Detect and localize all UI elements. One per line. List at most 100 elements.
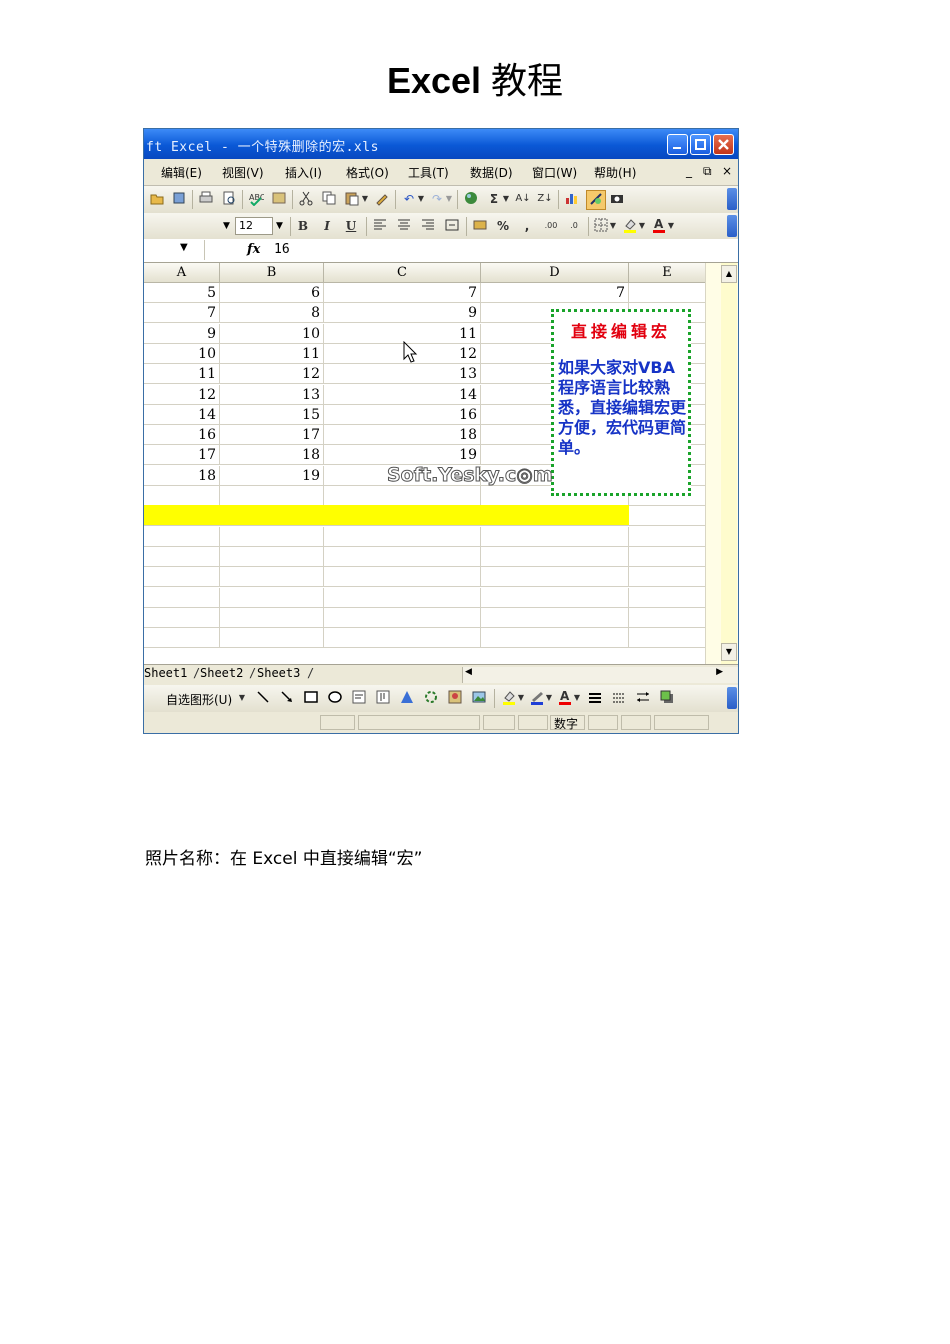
drawing-toggle-icon[interactable] (586, 190, 606, 210)
autoshapes-menu[interactable]: 自选图形(U) (166, 691, 232, 708)
cell[interactable] (220, 546, 324, 567)
spelling-icon[interactable]: ABC (247, 190, 266, 208)
cell[interactable] (220, 567, 324, 588)
menu-data[interactable]: 数据(D) (470, 164, 513, 181)
name-box-dropdown-icon[interactable]: ▼ (180, 242, 188, 253)
cell[interactable]: 11 (144, 364, 220, 385)
redo-dropdown-icon[interactable]: ▼ (444, 190, 454, 208)
cell[interactable] (481, 526, 629, 547)
cell[interactable]: 12 (220, 364, 324, 385)
column-header-e[interactable]: E (629, 263, 706, 283)
cell[interactable]: 7 (481, 283, 629, 303)
vertical-textbox-icon[interactable] (374, 689, 392, 707)
line-style-icon[interactable] (586, 689, 604, 707)
borders-dropdown-icon[interactable]: ▼ (608, 217, 618, 235)
menu-tools[interactable]: 工具(T) (408, 164, 449, 181)
undo-dropdown-icon[interactable]: ▼ (416, 190, 426, 208)
cell[interactable] (629, 526, 706, 547)
print-preview-icon[interactable] (220, 190, 238, 208)
mdi-close-button[interactable]: × (722, 164, 732, 178)
font-size-dropdown[interactable]: ▼ (273, 217, 286, 235)
open-icon[interactable] (148, 190, 166, 208)
column-header-a[interactable]: A (144, 263, 220, 283)
paste-dropdown-icon[interactable]: ▼ (360, 190, 370, 208)
font-size-field[interactable]: 12 (235, 217, 273, 235)
cell[interactable] (481, 628, 629, 649)
cell[interactable]: 10 (220, 323, 324, 344)
diagram-icon[interactable] (422, 689, 440, 707)
picture-icon[interactable] (470, 689, 488, 707)
cell[interactable]: 13 (220, 384, 324, 405)
cell[interactable] (481, 607, 629, 628)
clipart-icon[interactable] (446, 689, 464, 707)
line-color-dropdown-icon[interactable]: ▼ (544, 689, 554, 707)
toolbar-options-grip[interactable] (727, 188, 737, 210)
cell[interactable] (324, 607, 481, 628)
cell[interactable] (629, 607, 706, 628)
dash-style-icon[interactable] (610, 689, 628, 707)
sort-ascending-icon[interactable]: A↓ (514, 190, 532, 208)
arrow-style-icon[interactable] (634, 689, 652, 707)
chart-wizard-icon[interactable] (563, 190, 581, 208)
cell[interactable] (629, 506, 706, 527)
font-color-dropdown-icon[interactable]: ▼ (666, 217, 676, 235)
cell[interactable]: 8 (220, 303, 324, 324)
bold-button[interactable]: B (294, 217, 312, 235)
font-name-dropdown[interactable]: ▼ (220, 217, 233, 235)
cell[interactable]: 9 (144, 323, 220, 344)
fill-color-dropdown-icon[interactable]: ▼ (637, 217, 647, 235)
scroll-up-button[interactable]: ▲ (721, 265, 737, 283)
column-header-d[interactable]: D (481, 263, 629, 283)
cell[interactable] (144, 526, 220, 547)
cell[interactable]: 19 (324, 445, 481, 466)
cell[interactable] (144, 607, 220, 628)
cell[interactable] (144, 567, 220, 588)
underline-button[interactable]: U (342, 217, 360, 235)
highlighted-row[interactable] (144, 505, 629, 525)
cell[interactable]: 17 (144, 445, 220, 466)
comma-button[interactable]: , (518, 217, 536, 235)
autosum-dropdown-icon[interactable]: ▼ (501, 190, 511, 208)
cell[interactable] (629, 283, 706, 303)
cell[interactable] (324, 628, 481, 649)
oval-icon[interactable] (326, 689, 344, 707)
mdi-minimize-button[interactable]: _ (686, 164, 692, 178)
sheet-tab-1[interactable]: Sheet1 (144, 666, 187, 680)
cell[interactable]: 6 (220, 283, 324, 303)
cell[interactable]: 19 (220, 465, 324, 486)
format-painter-icon[interactable] (373, 190, 391, 208)
toolbar-options-grip-2[interactable] (727, 215, 737, 237)
sheet-tab-2[interactable]: Sheet2 (200, 666, 243, 680)
rectangle-icon[interactable] (302, 689, 320, 707)
hyperlink-icon[interactable] (462, 190, 480, 208)
cell[interactable]: 12 (144, 384, 220, 405)
cell[interactable]: 10 (144, 343, 220, 364)
align-left-icon[interactable] (371, 217, 389, 235)
cell[interactable]: 9 (324, 303, 481, 324)
autoshapes-dropdown-icon[interactable]: ▼ (237, 689, 247, 707)
cell[interactable]: 11 (220, 343, 324, 364)
menu-help[interactable]: 帮助(H) (594, 164, 636, 181)
cell[interactable]: 18 (144, 465, 220, 486)
align-right-icon[interactable] (419, 217, 437, 235)
restore-button[interactable] (690, 134, 711, 155)
cell[interactable] (324, 526, 481, 547)
italic-button[interactable]: I (318, 217, 336, 235)
cell[interactable]: 14 (144, 404, 220, 425)
cell[interactable]: 7 (144, 303, 220, 324)
cell[interactable]: 17 (220, 425, 324, 446)
toolbar-options-grip-3[interactable] (727, 687, 737, 709)
arrow-icon[interactable] (278, 689, 296, 707)
sort-descending-icon[interactable]: Z↓ (536, 190, 554, 208)
cell[interactable]: 16 (144, 425, 220, 446)
sheet-tab-3[interactable]: Sheet3 (257, 666, 300, 680)
cell[interactable]: 13 (324, 364, 481, 385)
shadow-style-icon[interactable] (658, 689, 676, 707)
cell[interactable] (324, 546, 481, 567)
cell[interactable] (144, 587, 220, 608)
cell[interactable] (629, 628, 706, 649)
cell[interactable] (324, 567, 481, 588)
cell[interactable]: 7 (324, 283, 481, 303)
cell[interactable]: 18 (324, 425, 481, 446)
close-button[interactable] (713, 134, 734, 155)
